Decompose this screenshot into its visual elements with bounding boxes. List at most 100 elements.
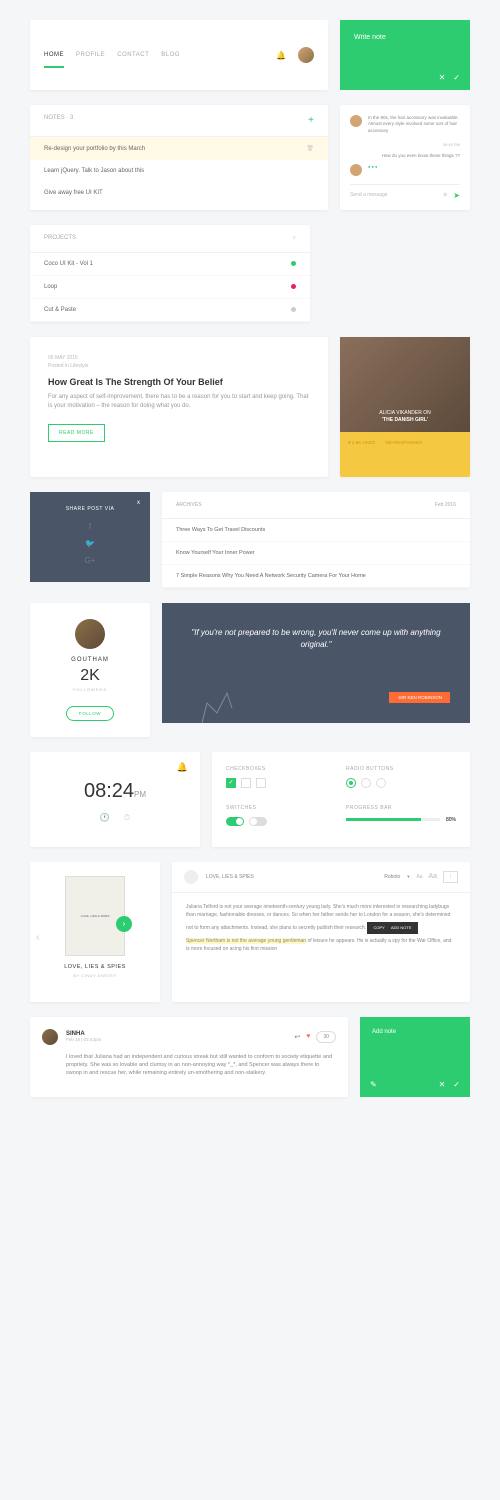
check-icon[interactable]: ✓: [453, 1080, 460, 1089]
archives-card: ARCHIVES Feb 2016 Three Ways To Get Trav…: [162, 492, 470, 588]
chevron-left-icon[interactable]: ‹: [36, 932, 39, 943]
chevron-right-icon[interactable]: ›: [116, 916, 132, 932]
nav-blog[interactable]: BLOG: [161, 52, 180, 58]
progress-bar: [346, 818, 440, 821]
archive-item[interactable]: Three Ways To Get Travel Discounts: [162, 519, 470, 542]
nav-contact[interactable]: CONTACT: [117, 52, 149, 58]
project-item[interactable]: Coco UI Kit - Vol 1: [30, 253, 310, 276]
bell-icon[interactable]: 🔔: [276, 51, 286, 60]
twitter-icon[interactable]: 🐦: [85, 539, 95, 548]
follower-card: GOUTHAM 2K FOLLOWERS FOLLOW: [30, 603, 150, 737]
chat-reply: How do you even know these things ??: [350, 153, 460, 158]
archive-item[interactable]: 7 Simple Reasons Why You Need A Network …: [162, 565, 470, 588]
like-count: 30: [316, 1031, 336, 1043]
nav-profile[interactable]: PROFILE: [76, 52, 105, 58]
radio[interactable]: [376, 778, 386, 788]
progress-value: 80%: [446, 817, 456, 823]
reader-card: LOVE, LIES & SPIES Roboto ▼ Aa Aa ⋮ Juli…: [172, 862, 470, 1002]
book-card: ‹ LOVE, LIES & SPIES › LOVE, LIES & SPIE…: [30, 862, 160, 1002]
chat-avatar: [350, 115, 362, 127]
chevron-down-icon[interactable]: ▼: [406, 874, 410, 879]
font-size-large[interactable]: Aa: [428, 873, 437, 880]
font-size-small[interactable]: Aa: [416, 874, 422, 880]
book-author: BY CINDY ANSTEY: [44, 973, 146, 978]
menu-icon[interactable]: ⋮: [443, 871, 458, 883]
font-select[interactable]: Roboto: [384, 874, 400, 880]
projects-card: PROJECTS ⌕ Coco UI Kit - Vol 1 Loop Cut …: [30, 225, 310, 322]
chat-input-placeholder[interactable]: Send a message: [350, 192, 388, 198]
book-title: LOVE, LIES & SPIES: [44, 964, 146, 970]
add-note-label: Add note: [372, 1029, 396, 1035]
search-icon[interactable]: ⌕: [293, 235, 296, 242]
progress-label: PROGRESS BAR: [346, 805, 456, 811]
google-plus-icon[interactable]: G+: [85, 556, 96, 565]
copy-button[interactable]: COPY: [373, 925, 384, 931]
projects-title: PROJECTS: [44, 235, 76, 242]
facebook-icon[interactable]: f: [89, 522, 91, 531]
comment-avatar: [42, 1029, 58, 1045]
close-icon[interactable]: ✕: [439, 1080, 446, 1089]
controls-card: CHECKBOXES ✓ RADIO BUTTONS SWITCHES PRO: [212, 752, 470, 847]
follow-button[interactable]: FOLLOW: [66, 706, 114, 721]
timer-icon[interactable]: ⏱: [124, 813, 130, 823]
note-item[interactable]: Re-design your portfolio by this March 🗑: [30, 137, 328, 160]
avatar[interactable]: [298, 47, 314, 63]
quote-card: "If you're not prepared to be wrong, you…: [162, 603, 470, 723]
reader-logo: [184, 870, 198, 884]
archives-title: ARCHIVES: [176, 502, 202, 508]
note-item[interactable]: Learn jQuery. Talk to Jason about this: [30, 160, 328, 182]
reply-icon[interactable]: ↩: [294, 1033, 300, 1041]
article-body: For any aspect of self-improvement, ther…: [48, 393, 310, 411]
radio[interactable]: [346, 778, 356, 788]
status-dot: [291, 284, 296, 289]
checkbox[interactable]: ✓: [226, 778, 236, 788]
radio-label: RADIO BUTTONS: [346, 766, 456, 772]
close-icon[interactable]: x: [137, 500, 140, 506]
chat-card: In the 90s, the hair accessory was inval…: [340, 105, 470, 210]
note-item[interactable]: Give away free UI KIT: [30, 182, 328, 204]
reader-title: LOVE, LIES & SPIES: [206, 874, 254, 880]
write-note-card[interactable]: Write note ✕ ✓: [340, 20, 470, 90]
profile-image-card: ALICIA VIKANDER ON 'THE DANISH GIRL' ♥ 2…: [340, 337, 470, 477]
checkbox[interactable]: [241, 778, 251, 788]
attach-icon[interactable]: ⊘: [443, 192, 447, 198]
checkbox-label: CHECKBOXES: [226, 766, 336, 772]
reader-body: Juliana Telford is not your average nine…: [172, 893, 470, 963]
close-icon[interactable]: ✕: [439, 73, 446, 82]
archive-item[interactable]: Know Yourself Your Inner Power: [162, 542, 470, 565]
read-more-button[interactable]: READ MORE: [48, 424, 105, 442]
edit-icon[interactable]: ✎: [370, 1080, 377, 1089]
project-item[interactable]: Loop: [30, 276, 310, 299]
send-icon[interactable]: ➤: [453, 191, 460, 200]
chat-timestamp: 06:40 PM: [350, 142, 460, 147]
text-selection-popup: COPY ADD NOTE: [367, 922, 417, 934]
highlighted-text: Spencer Northam is not the average young…: [186, 938, 306, 944]
crack-decoration: [192, 683, 242, 723]
profile-photo: ALICIA VIKANDER ON 'THE DANISH GIRL': [340, 337, 470, 432]
alarm-icon[interactable]: 🔔: [177, 762, 188, 773]
switch[interactable]: [226, 817, 244, 826]
nav-bar: HOME PROFILE CONTACT BLOG 🔔: [30, 20, 328, 90]
delete-icon[interactable]: 🗑: [306, 145, 314, 152]
heart-icon[interactable]: ♥: [306, 1033, 310, 1040]
clock-icon[interactable]: 🕐: [100, 813, 110, 823]
quote-author: -SIR KEN ROBINSON: [389, 692, 450, 703]
checkbox[interactable]: [256, 778, 266, 788]
status-dot: [291, 307, 296, 312]
add-note-button[interactable]: ADD NOTE: [391, 925, 412, 931]
add-note-icon[interactable]: +: [308, 115, 314, 126]
add-note-card[interactable]: Add note ✎ ✕ ✓: [360, 1017, 470, 1097]
heart-icon[interactable]: ♥: [348, 440, 351, 445]
project-item[interactable]: Cut & Paste: [30, 299, 310, 322]
follower-count: 2K: [46, 667, 134, 685]
article-card: 05 MAY 2015 Posted in Lifestyle How Grea…: [30, 337, 328, 477]
follower-name: GOUTHAM: [46, 657, 134, 663]
nav-home[interactable]: HOME: [44, 52, 64, 68]
follower-avatar: [75, 619, 105, 649]
switch[interactable]: [249, 817, 267, 826]
quote-text: "If you're not prepared to be wrong, you…: [182, 627, 450, 651]
archives-month[interactable]: Feb 2016: [435, 502, 456, 508]
check-icon[interactable]: ✓: [453, 73, 460, 82]
radio[interactable]: [361, 778, 371, 788]
notes-card: NOTES · 3 + Re-design your portfolio by …: [30, 105, 328, 210]
